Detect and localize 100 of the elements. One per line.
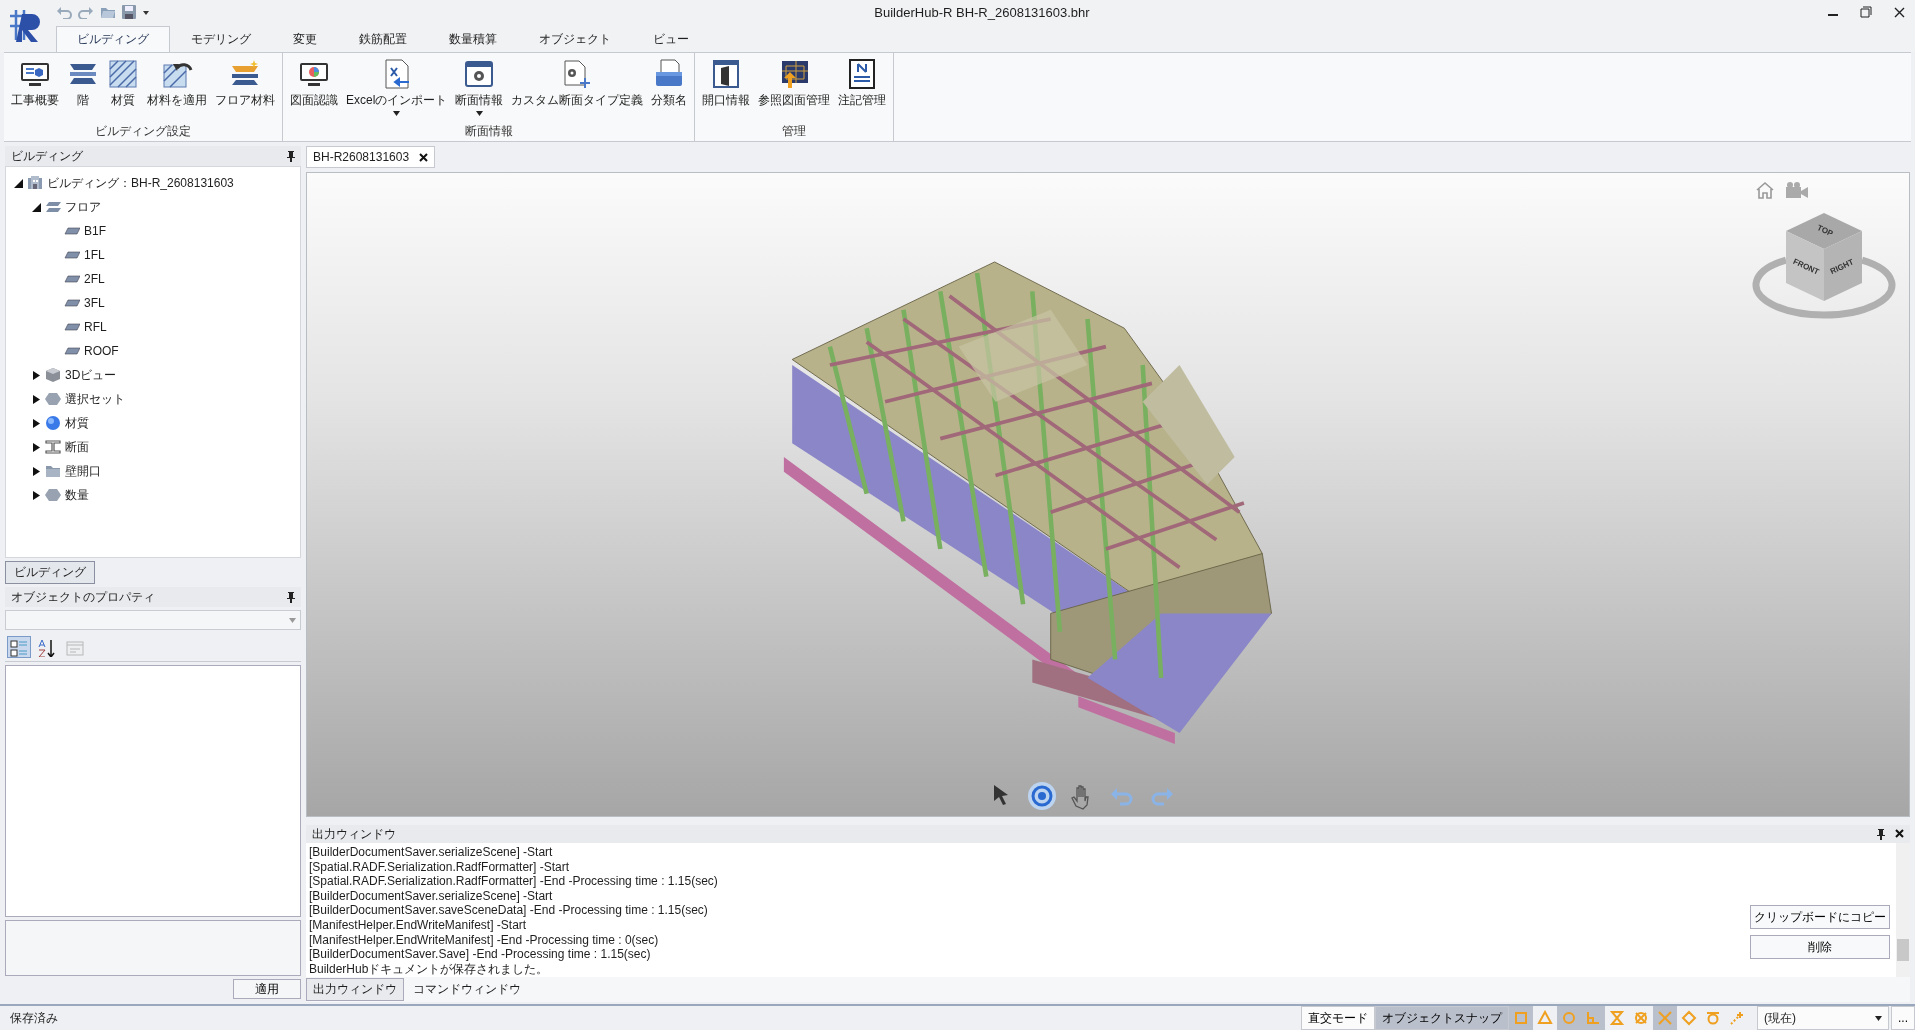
copy-button[interactable]: クリップボードにコピー (1750, 905, 1890, 929)
expand-arrow-icon[interactable] (32, 442, 41, 452)
expand-arrow-icon[interactable] (32, 418, 41, 428)
expand-arrow-icon[interactable] (32, 370, 41, 380)
categorized-icon (10, 639, 28, 657)
snap-toggle[interactable] (1653, 1006, 1677, 1030)
collapse-arrow-icon[interactable] (14, 178, 23, 188)
close-icon[interactable] (1894, 6, 1905, 18)
save-icon[interactable] (122, 5, 136, 19)
ribbon-button[interactable]: Excelのインポート (343, 55, 451, 119)
hourglass-icon (1609, 1010, 1625, 1026)
snap-toggle[interactable] (1581, 1006, 1605, 1030)
tree-item[interactable]: フロア (65, 198, 101, 216)
categorized-button[interactable] (7, 636, 31, 658)
ribbon-button[interactable]: フロア材料 (212, 55, 278, 119)
scrollbar-thumb[interactable] (1897, 939, 1909, 961)
collapse-arrow-icon[interactable] (32, 202, 41, 212)
pin-icon[interactable] (287, 591, 295, 603)
orbit-button[interactable] (1028, 782, 1056, 810)
caret-icon (289, 617, 296, 623)
mode-toggle[interactable]: 直交モード (1301, 1006, 1375, 1030)
scrollbar[interactable] (1896, 843, 1910, 977)
tree-item[interactable]: 断面 (65, 438, 89, 456)
window-title: BuilderHub-R BH-R_2608131603.bhr (873, 4, 1091, 20)
cube-icon (45, 367, 61, 383)
tree-item[interactable]: 2FL (84, 272, 105, 286)
log-line: BuilderHubドキュメントが保存されました。 (309, 961, 550, 977)
view-cube[interactable] (1786, 213, 1862, 301)
ribbon-button[interactable]: 注記管理 (835, 55, 890, 119)
panel-title: ビルディング (11, 147, 83, 165)
close-icon[interactable] (419, 152, 429, 162)
panel-tab[interactable]: コマンドウィンドウ (406, 978, 528, 1001)
ribbon-button[interactable]: 材料を適用 (144, 55, 210, 119)
close-icon[interactable] (1895, 828, 1904, 838)
tree-item[interactable]: B1F (84, 224, 106, 238)
tree-item[interactable]: 3FL (84, 296, 105, 310)
log-line: [ManifestHelper.EndWriteManifest] -End -Processing time : 0(sec) (309, 932, 660, 948)
ribbon-button[interactable]: 断面情報 (452, 55, 507, 119)
ribbon-tab[interactable]: ビュー (632, 26, 710, 52)
orbit-ring[interactable] (1752, 256, 1896, 319)
log-line: [Spatial.RADF.Serialization.RadfFormatter] -End -Processing time : 1.15(sec) (309, 874, 719, 889)
redo-icon[interactable] (78, 5, 94, 19)
panel-tab[interactable]: ビルディング (5, 561, 95, 584)
tree-item[interactable]: ROOF (84, 344, 119, 358)
expand-arrow-icon[interactable] (32, 490, 41, 500)
tree-item[interactable]: 壁開口 (65, 462, 101, 480)
ribbon-tab[interactable]: モデリング (170, 26, 272, 52)
cross-icon (1657, 1010, 1673, 1026)
log-line: [BuilderDocumentSaver.serializeScene] -Start (309, 845, 554, 860)
tree-item[interactable]: 材質 (65, 414, 89, 432)
tree-item[interactable]: 選択セット (65, 390, 125, 408)
ribbon-button[interactable]: 開口情報 (699, 55, 754, 119)
ribbon-tab[interactable]: ビルディング (56, 26, 170, 52)
pin-icon[interactable] (1877, 828, 1885, 840)
tree-item[interactable]: ビルディング：BH-R_2608131603 (47, 174, 234, 192)
tree-item[interactable]: 1FL (84, 248, 105, 262)
view-dropdown[interactable]: (現在) (1757, 1006, 1889, 1030)
expand-arrow-icon[interactable] (32, 394, 41, 404)
caret-icon[interactable] (142, 8, 150, 16)
sphere-icon (45, 415, 61, 431)
document-tab[interactable]: BH-R2608131603 (306, 146, 436, 168)
video-camera-icon[interactable] (1785, 181, 1809, 199)
ribbon-tab[interactable]: オブジェクト (518, 26, 632, 52)
caret-icon (1875, 1015, 1882, 1021)
ribbon-tab[interactable]: 変更 (272, 26, 338, 52)
tree-item[interactable]: RFL (84, 320, 107, 334)
log-line: [BuilderDocumentSaver.saveSceneData] -End -Processing time : 1.15(sec) (309, 903, 709, 918)
ribbon-button[interactable]: 工事概要 (8, 55, 62, 119)
more-button[interactable]: ... (1891, 1006, 1915, 1030)
property-pages-icon (66, 639, 84, 657)
mode-toggle[interactable]: オブジェクトスナップ (1375, 1006, 1509, 1030)
snap-toggle[interactable] (1509, 1006, 1533, 1030)
tree-item[interactable]: 数量 (65, 486, 89, 504)
log-line: [BuilderDocumentSaver.serializeScene] -Start (309, 888, 554, 904)
restore-icon[interactable] (1860, 6, 1872, 18)
cube-face-label[interactable]: TOP (1815, 223, 1835, 239)
ribbon-tab[interactable]: 鉄筋配置 (338, 26, 428, 52)
home-icon[interactable] (1755, 181, 1775, 199)
ribbon-button[interactable]: 階 (64, 55, 102, 119)
ribbon-button[interactable]: 参照図面管理 (755, 55, 834, 119)
circle-icon (1561, 1010, 1577, 1026)
pin-icon[interactable] (287, 150, 295, 162)
ribbon-button[interactable]: 分類名 (648, 55, 691, 119)
snap-toggle[interactable] (1557, 1006, 1581, 1030)
expand-arrow-icon[interactable] (32, 466, 41, 476)
undo-icon[interactable] (56, 5, 72, 19)
log-line: [ManifestHelper.EndWriteManifest] -Start (309, 917, 528, 933)
apply-button[interactable]: 適用 (233, 979, 301, 999)
folder-icon[interactable] (100, 5, 116, 19)
hexagon-icon (45, 391, 61, 407)
tree-item[interactable]: 3Dビュー (65, 366, 117, 384)
ribbon-button[interactable]: 材質 (104, 55, 142, 119)
panel-tab[interactable]: 出力ウィンドウ (306, 978, 404, 1001)
ribbon-button[interactable]: 図面認識 (287, 55, 341, 119)
dropdown-value: (現在) (1764, 1009, 1796, 1027)
panel-title: 出力ウィンドウ (312, 825, 396, 843)
group-label: 断面情報 (463, 123, 514, 140)
delete-button[interactable]: 削除 (1750, 935, 1890, 959)
ribbon-button[interactable]: カスタム断面タイプ定義 (508, 55, 647, 119)
ribbon-tab[interactable]: 数量積算 (428, 26, 518, 52)
